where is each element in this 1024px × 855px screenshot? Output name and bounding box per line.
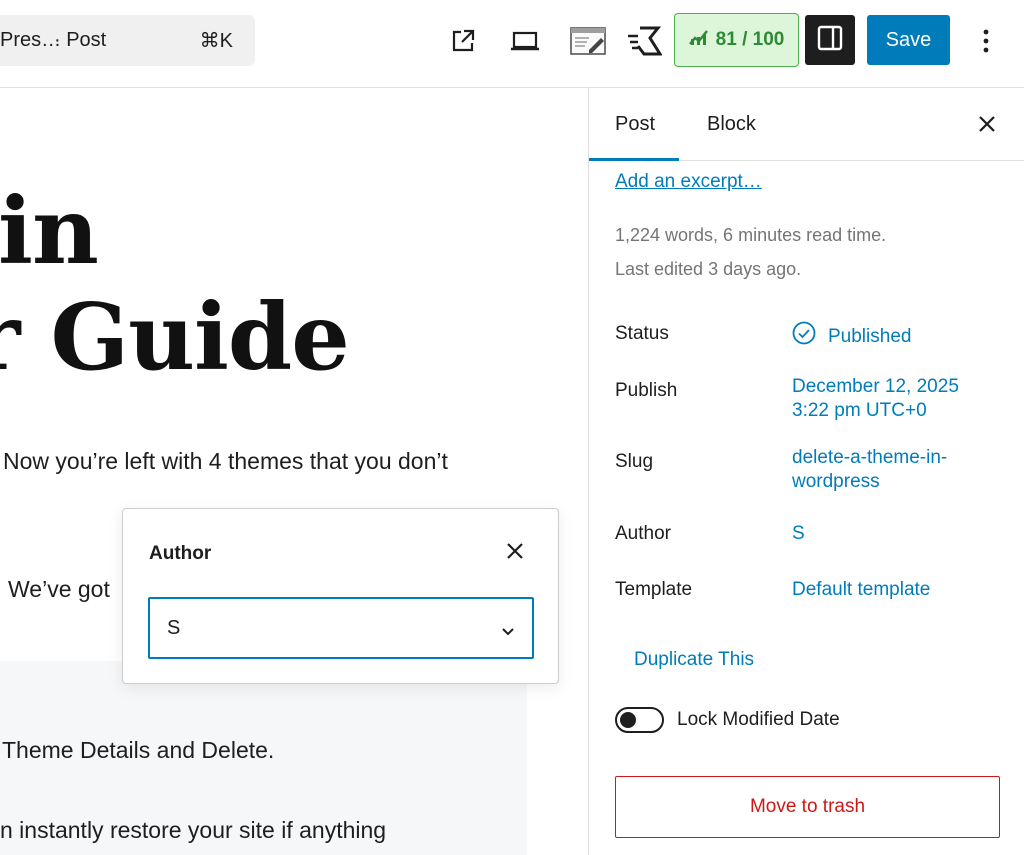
published-check-icon [792,321,816,352]
slug-button[interactable]: delete-a-theme-in- wordpress [792,446,947,494]
slug-value-line-2: wordpress [792,471,880,492]
seo-score-badge[interactable]: 81 / 100 [674,13,799,67]
desktop-preview-icon[interactable] [508,24,542,58]
tab-block[interactable]: Block [707,113,756,136]
command-post-title: Pres… [0,29,62,51]
template-label: Template [615,579,693,600]
save-button[interactable]: Save [867,15,950,65]
sidebar-tabs: Post Block [589,88,1024,161]
edit-page-icon[interactable] [568,24,608,58]
lock-modified-date-toggle[interactable] [615,707,664,733]
author-select[interactable]: S [148,597,534,659]
author-select-value: S [167,616,181,639]
active-tab-indicator [589,158,679,161]
status-label: Status [615,323,669,344]
publish-label: Publish [615,380,678,401]
sidebar-toggle-button[interactable] [805,15,855,65]
status-value: Published [828,325,912,347]
add-excerpt-link[interactable]: Add an excerpt… [615,171,762,193]
last-edited-text: Last edited 3 days ago. [615,259,802,279]
slug-value-line-1: delete-a-theme-in- [792,447,948,468]
settings-sidebar: Post Block Add an excerpt… 1,224 words, … [588,88,1024,855]
slug-label: Slug [615,451,654,472]
author-button[interactable]: S [792,522,805,546]
status-button[interactable]: Published [792,321,911,352]
command-post-type: · Post [54,29,107,51]
editor-toolbar: Pres… · Post ⌘K 81 / 100 Save [0,0,1024,88]
paragraph-block[interactable]: We’ve got [8,576,110,603]
seo-score-value: 81 / 100 [715,29,785,50]
publish-date: December 12, 2025 [792,376,959,397]
paragraph-block[interactable]: Now you’re left with 4 themes that you d… [3,448,448,475]
word-count-text: 1,224 words, 6 minutes read time. [615,225,887,245]
author-popover: Author S [122,508,559,684]
external-link-icon[interactable] [446,24,480,58]
speed-icon[interactable] [625,24,663,58]
publish-time: 3:22 pm UTC+0 [792,400,927,421]
toggle-knob [620,712,636,728]
editor-canvas[interactable]: in r Guide Now you’re left with 4 themes… [0,89,588,855]
score-chart-icon [688,29,709,51]
post-title-line-1[interactable]: in [0,177,99,285]
lock-modified-date-label: Lock Modified Date [677,709,840,730]
post-title-line-2[interactable]: r Guide [0,283,350,391]
more-options-icon[interactable] [970,24,1002,58]
paragraph-block[interactable]: Theme Details and Delete. [2,737,274,764]
duplicate-post-link[interactable]: Duplicate This [634,649,754,671]
tab-post[interactable]: Post [615,113,655,136]
close-icon[interactable] [975,112,999,136]
move-to-trash-button[interactable]: Move to trash [615,776,1000,838]
command-shortcut: ⌘K [199,30,233,52]
paragraph-block[interactable]: n instantly restore your site if anythin… [0,817,386,844]
author-label: Author [615,523,671,544]
publish-date-button[interactable]: December 12, 2025 3:22 pm UTC+0 [792,375,959,423]
command-palette-button[interactable]: Pres… · Post ⌘K [0,15,255,66]
author-popover-title: Author [149,543,212,564]
close-icon[interactable] [503,539,527,563]
chevron-down-icon [501,620,515,643]
sidebar-toggle-icon [817,25,843,56]
template-button[interactable]: Default template [792,578,930,602]
